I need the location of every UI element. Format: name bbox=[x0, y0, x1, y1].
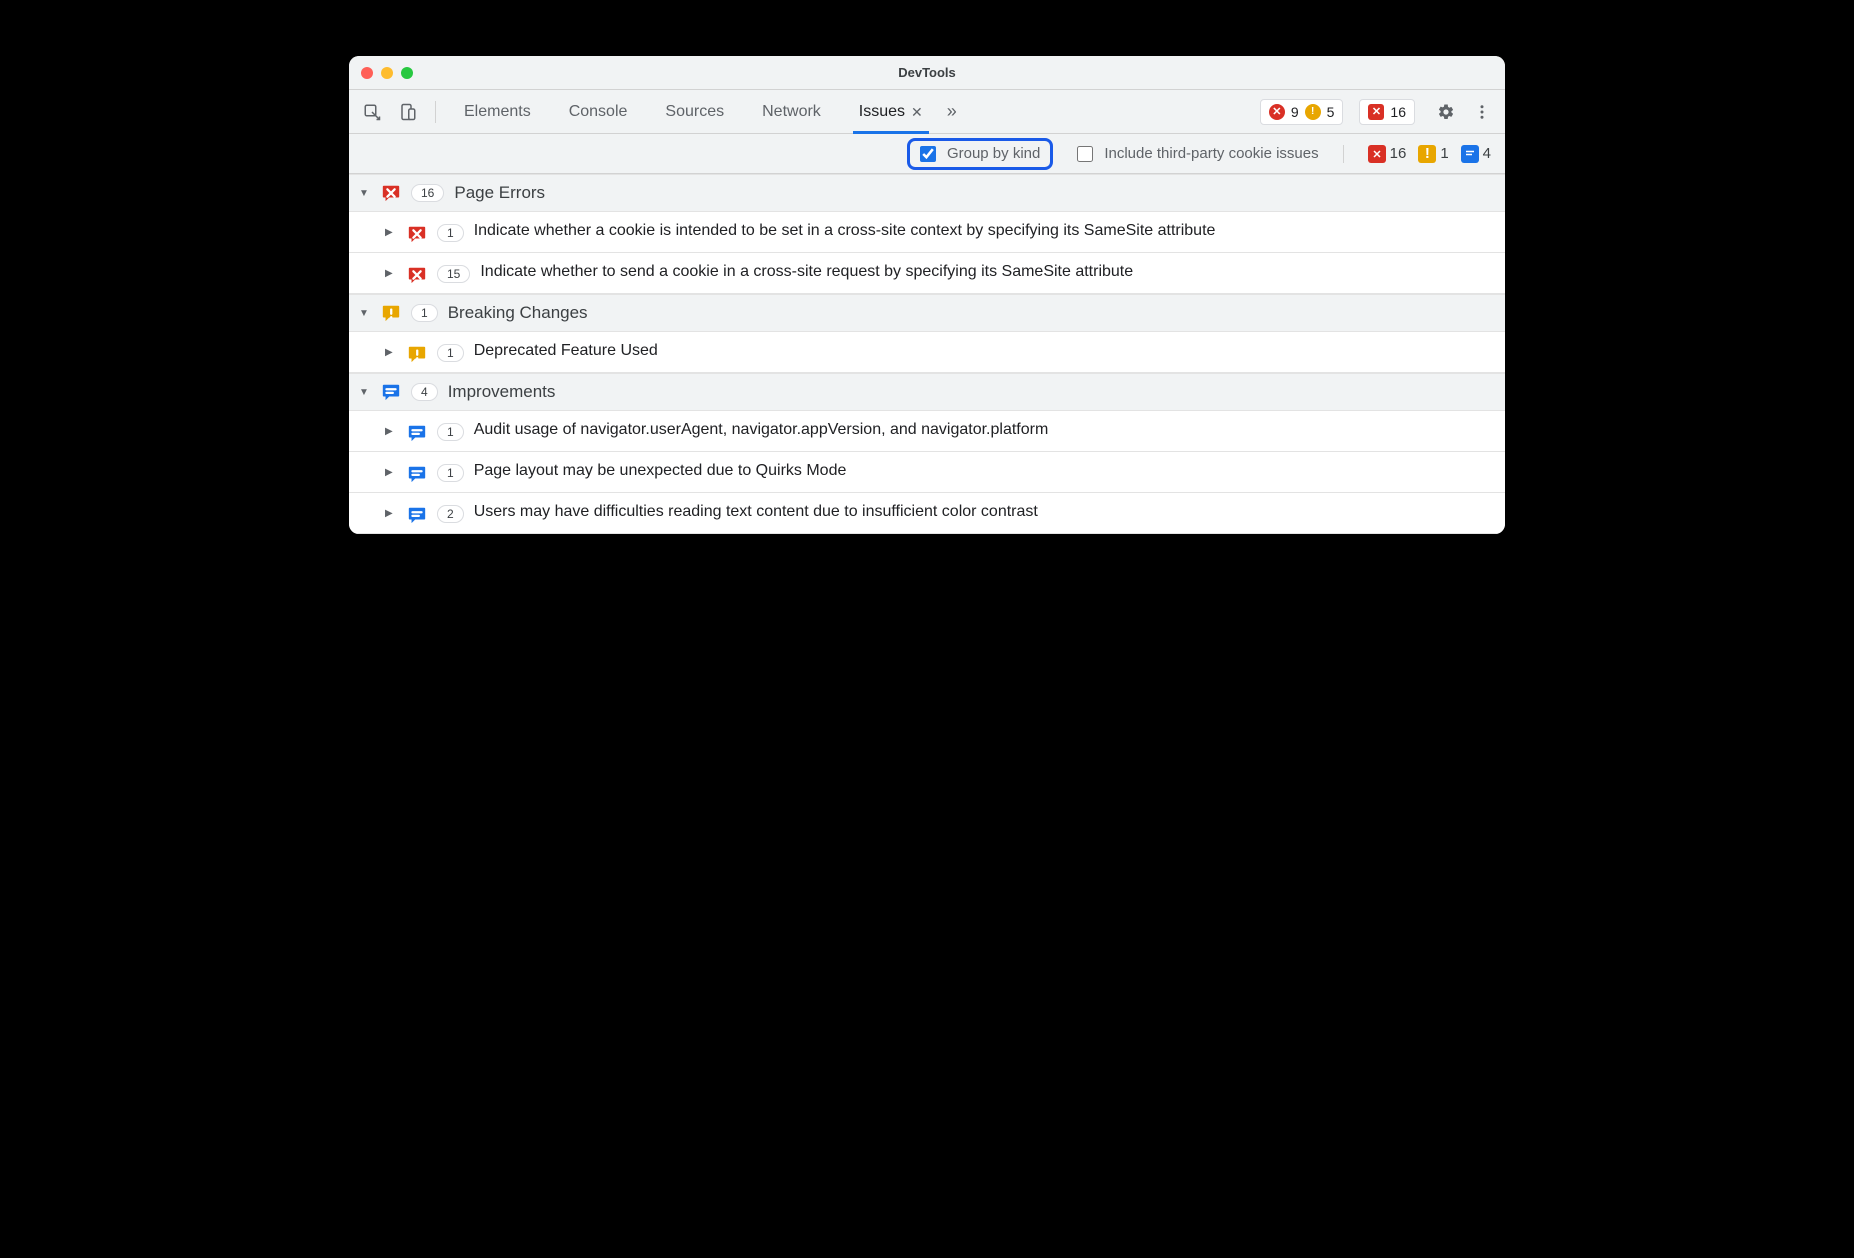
info-speech-icon bbox=[407, 464, 427, 484]
issue-group-header[interactable]: ▼ 4 Improvements bbox=[349, 373, 1505, 411]
issues-toolbar: Group by kind Include third-party cookie… bbox=[349, 134, 1505, 174]
warning-speech-icon bbox=[407, 344, 427, 364]
more-menu-icon[interactable] bbox=[1469, 99, 1495, 125]
console-status-box[interactable]: ✕ 9 ! 5 bbox=[1260, 99, 1344, 125]
group-by-kind-input[interactable] bbox=[920, 146, 936, 162]
issue-count-badge: 1 bbox=[437, 423, 464, 441]
issue-count-badge: 15 bbox=[437, 265, 470, 283]
issue-title: Audit usage of navigator.userAgent, navi… bbox=[474, 419, 1495, 441]
warning-count: 5 bbox=[1327, 104, 1335, 120]
issue-kind-counts: 16 ! 1 4 bbox=[1368, 145, 1491, 163]
tab-label: Console bbox=[569, 90, 628, 134]
close-tab-icon[interactable]: ✕ bbox=[911, 90, 923, 134]
group-count-badge: 1 bbox=[411, 304, 438, 322]
disclosure-triangle-icon[interactable]: ▶ bbox=[385, 268, 397, 279]
issue-count-badge: 2 bbox=[437, 505, 464, 523]
group-count-badge: 4 bbox=[411, 383, 438, 401]
more-tabs-icon[interactable]: » bbox=[947, 101, 957, 122]
warning-kind-count[interactable]: ! 1 bbox=[1418, 145, 1448, 163]
third-party-label: Include third-party cookie issues bbox=[1104, 145, 1318, 162]
error-speech-icon bbox=[407, 224, 427, 244]
zoom-window-button[interactable] bbox=[401, 67, 413, 79]
issue-group-header[interactable]: ▼ 16 Page Errors bbox=[349, 174, 1505, 212]
close-window-button[interactable] bbox=[361, 67, 373, 79]
issue-row[interactable]: ▶ 15 Indicate whether to send a cookie i… bbox=[349, 253, 1505, 294]
info-speech-icon bbox=[1461, 145, 1479, 163]
devtools-window: DevTools Elements Console Sources Networ… bbox=[349, 56, 1505, 534]
third-party-checkbox[interactable]: Include third-party cookie issues bbox=[1073, 143, 1318, 165]
issue-group-header[interactable]: ▼ 1 Breaking Changes bbox=[349, 294, 1505, 332]
tab-label: Network bbox=[762, 90, 821, 134]
tab-issues[interactable]: Issues ✕ bbox=[853, 90, 929, 134]
disclosure-triangle-icon[interactable]: ▶ bbox=[385, 508, 397, 519]
issues-count: 16 bbox=[1390, 104, 1406, 120]
issue-title: Page layout may be unexpected due to Qui… bbox=[474, 460, 1495, 482]
disclosure-triangle-icon[interactable]: ▼ bbox=[359, 308, 371, 319]
issues-icon: ✕ bbox=[1368, 104, 1384, 120]
traffic-lights bbox=[361, 67, 413, 79]
error-icon: ✕ bbox=[1269, 104, 1285, 120]
tab-label: Elements bbox=[464, 90, 531, 134]
tab-label: Sources bbox=[665, 90, 724, 134]
issue-row[interactable]: ▶ 1 Indicate whether a cookie is intende… bbox=[349, 212, 1505, 253]
issue-title: Indicate whether a cookie is intended to… bbox=[474, 220, 1495, 242]
group-by-kind-checkbox[interactable]: Group by kind bbox=[907, 138, 1053, 170]
issue-count-badge: 1 bbox=[437, 344, 464, 362]
issue-count-badge: 1 bbox=[437, 464, 464, 482]
issue-title: Indicate whether to send a cookie in a c… bbox=[480, 261, 1495, 283]
error-speech-icon bbox=[1368, 145, 1386, 163]
group-title: Breaking Changes bbox=[448, 303, 588, 323]
issue-title: Users may have difficulties reading text… bbox=[474, 501, 1495, 523]
disclosure-triangle-icon[interactable]: ▶ bbox=[385, 347, 397, 358]
warning-speech-icon: ! bbox=[1418, 145, 1436, 163]
window-title: DevTools bbox=[898, 65, 956, 80]
disclosure-triangle-icon[interactable]: ▼ bbox=[359, 188, 371, 199]
separator bbox=[1343, 145, 1344, 163]
disclosure-triangle-icon[interactable]: ▶ bbox=[385, 467, 397, 478]
group-title: Improvements bbox=[448, 382, 556, 402]
warning-icon: ! bbox=[1305, 104, 1321, 120]
issue-title: Deprecated Feature Used bbox=[474, 340, 1495, 362]
group-title: Page Errors bbox=[454, 183, 545, 203]
issue-count-badge: 1 bbox=[437, 224, 464, 242]
issues-status-box[interactable]: ✕ 16 bbox=[1359, 99, 1415, 125]
inspect-element-icon[interactable] bbox=[359, 99, 385, 125]
issue-row[interactable]: ▶ 2 Users may have difficulties reading … bbox=[349, 493, 1505, 534]
info-speech-icon bbox=[407, 505, 427, 525]
tab-network[interactable]: Network bbox=[756, 90, 827, 134]
separator bbox=[435, 101, 436, 123]
tab-elements[interactable]: Elements bbox=[458, 90, 537, 134]
error-speech-icon bbox=[407, 265, 427, 285]
issue-row[interactable]: ▶ 1 Audit usage of navigator.userAgent, … bbox=[349, 411, 1505, 452]
disclosure-triangle-icon[interactable]: ▼ bbox=[359, 387, 371, 398]
tab-console[interactable]: Console bbox=[563, 90, 634, 134]
titlebar: DevTools bbox=[349, 56, 1505, 90]
device-toolbar-icon[interactable] bbox=[395, 99, 421, 125]
group-count-badge: 16 bbox=[411, 184, 444, 202]
tab-label: Issues bbox=[859, 90, 905, 134]
info-speech-icon bbox=[381, 382, 401, 402]
third-party-input[interactable] bbox=[1077, 146, 1093, 162]
issue-row[interactable]: ▶ 1 Page layout may be unexpected due to… bbox=[349, 452, 1505, 493]
error-speech-icon bbox=[381, 183, 401, 203]
disclosure-triangle-icon[interactable]: ▶ bbox=[385, 426, 397, 437]
error-count: 9 bbox=[1291, 104, 1299, 120]
warning-speech-icon bbox=[381, 303, 401, 323]
settings-icon[interactable] bbox=[1433, 99, 1459, 125]
minimize-window-button[interactable] bbox=[381, 67, 393, 79]
issues-list: ▼ 16 Page Errors ▶ 1 Indicate whether a … bbox=[349, 174, 1505, 534]
panel-tabbar: Elements Console Sources Network Issues … bbox=[349, 90, 1505, 134]
disclosure-triangle-icon[interactable]: ▶ bbox=[385, 227, 397, 238]
group-by-kind-label: Group by kind bbox=[947, 145, 1040, 162]
error-kind-count[interactable]: 16 bbox=[1368, 145, 1407, 163]
tab-sources[interactable]: Sources bbox=[659, 90, 730, 134]
info-speech-icon bbox=[407, 423, 427, 443]
info-kind-count[interactable]: 4 bbox=[1461, 145, 1491, 163]
issue-row[interactable]: ▶ 1 Deprecated Feature Used bbox=[349, 332, 1505, 373]
